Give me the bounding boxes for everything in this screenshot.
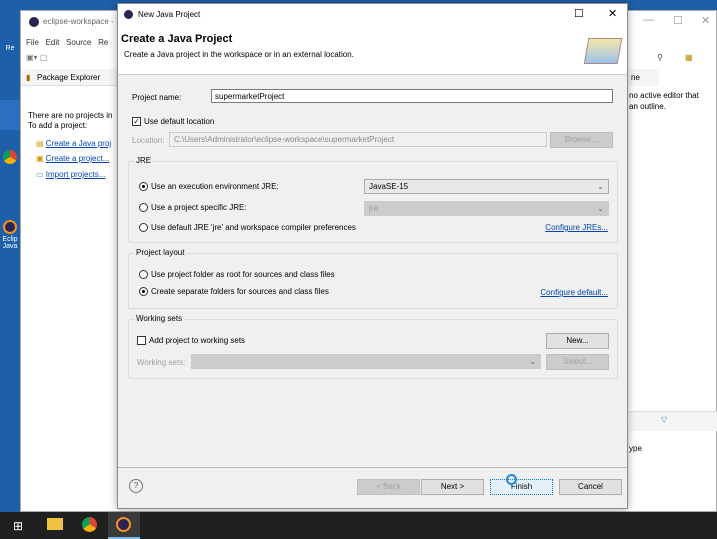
- radio-label: Use default JRE 'jre' and workspace comp…: [151, 223, 356, 232]
- back-button[interactable]: < Back: [357, 479, 420, 495]
- execution-env-select[interactable]: JavaSE-15 ⌄: [364, 179, 609, 194]
- eclipse-icon: [29, 17, 39, 27]
- maximize-button[interactable]: ☐: [673, 14, 683, 27]
- next-button[interactable]: Next >: [421, 479, 484, 495]
- jre-group: JRE Use an execution environment JRE: Ja…: [128, 156, 618, 243]
- new-working-set-button[interactable]: New...: [546, 333, 609, 349]
- add-to-working-sets-checkbox[interactable]: [137, 336, 146, 346]
- outline-text: an outline.: [629, 102, 666, 111]
- help-icon[interactable]: ?: [129, 479, 143, 493]
- select-working-sets-button[interactable]: Select...: [546, 354, 609, 370]
- project-name-label: Project name:: [132, 93, 182, 102]
- import-icon: ▭: [36, 170, 44, 179]
- file-explorer-icon[interactable]: [47, 518, 63, 530]
- radio-label: Use an execution environment JRE:: [151, 182, 279, 191]
- empty-text: There are no projects in: [28, 111, 113, 120]
- project-specific-jre-select[interactable]: jre ⌄: [364, 201, 609, 216]
- working-sets-select[interactable]: ⌄: [191, 354, 541, 369]
- outline-text: no active editor that: [629, 91, 699, 100]
- project-layout-group: Project layout Use project folder as roo…: [128, 248, 618, 309]
- menu-refactor[interactable]: Re: [98, 38, 108, 47]
- java-project-icon: ▤: [36, 139, 44, 148]
- new-java-project-dialog: New Java Project ☐ ✕ Create a Java Proje…: [117, 3, 628, 509]
- desktop-icon[interactable]: [0, 100, 20, 130]
- add-to-working-sets-label: Add project to working sets: [149, 336, 246, 345]
- empty-text: To add a project:: [28, 121, 88, 130]
- menu-file[interactable]: File: [26, 38, 39, 47]
- radio-label: Use a project specific JRE:: [151, 203, 247, 212]
- tab-package-explorer[interactable]: ▮ Package Explorer: [21, 69, 121, 86]
- working-sets-label: Working sets:: [137, 358, 186, 367]
- menu-source[interactable]: Source: [66, 38, 91, 47]
- mouse-cursor-indicator: [506, 474, 517, 485]
- configure-default-link[interactable]: Configure default...: [540, 288, 608, 297]
- configure-jres-link[interactable]: Configure JREs...: [545, 223, 608, 232]
- tab-label: ne: [631, 73, 640, 82]
- button-bar-separator: [118, 467, 627, 468]
- working-sets-group-label: Working sets: [134, 314, 185, 323]
- close-button[interactable]: ✕: [608, 7, 617, 20]
- execution-env-radio[interactable]: [139, 182, 148, 192]
- browse-button[interactable]: Browse...: [550, 132, 613, 148]
- project-name-input[interactable]: [211, 89, 613, 103]
- dialog-heading: Create a Java Project: [121, 33, 233, 45]
- column-header: ype: [629, 444, 642, 453]
- close-button[interactable]: ✕: [701, 14, 710, 27]
- import-projects-link[interactable]: Import projects...: [46, 170, 106, 179]
- save-icon[interactable]: ▢: [40, 53, 48, 62]
- dialog-header: Create a Java Project Create a Java proj…: [118, 26, 627, 75]
- project-layout-group-label: Project layout: [134, 248, 187, 257]
- filter-icon[interactable]: ▽: [661, 415, 667, 424]
- desktop-icon-recycle-bin[interactable]: Re: [0, 45, 20, 52]
- tab-label: Package Explorer: [37, 73, 101, 82]
- open-perspective-icon[interactable]: ▦: [685, 53, 693, 62]
- folder-wizard-icon: [583, 38, 623, 64]
- chrome-icon[interactable]: [82, 517, 97, 532]
- desktop-icon-chrome[interactable]: [0, 150, 20, 180]
- bottom-pane-toolbar: ▽: [629, 411, 717, 431]
- working-sets-group: Working sets Add project to working sets…: [128, 314, 618, 379]
- toolbar: ▣▾ ▢: [26, 53, 47, 62]
- radio-label: Create separate folders for sources and …: [151, 287, 329, 296]
- search-icon[interactable]: ⚲: [657, 53, 663, 62]
- tab-outline[interactable]: ne: [629, 69, 659, 86]
- use-default-location-checkbox[interactable]: ✓: [132, 117, 141, 127]
- taskbar: ⊞: [0, 512, 717, 539]
- chevron-down-icon: ⌄: [597, 204, 604, 213]
- separate-folders-radio[interactable]: [139, 287, 148, 297]
- desktop-icon-eclipse[interactable]: Eclip Java: [0, 220, 20, 270]
- project-folder-root-radio[interactable]: [139, 270, 148, 280]
- project-specific-jre-radio[interactable]: [139, 203, 148, 213]
- chevron-down-icon: ⌄: [529, 357, 536, 366]
- dialog-titlebar: New Java Project ☐ ✕: [118, 4, 627, 26]
- create-project-link[interactable]: Create a project...: [46, 154, 110, 163]
- window-title: eclipse-workspace -: [43, 17, 114, 26]
- select-value: JavaSE-15: [369, 182, 409, 191]
- jre-group-label: JRE: [134, 156, 154, 165]
- new-icon[interactable]: ▣▾: [26, 53, 38, 62]
- cancel-button[interactable]: Cancel: [559, 479, 622, 495]
- radio-label: Use project folder as root for sources a…: [151, 270, 335, 279]
- chevron-down-icon: ⌄: [597, 182, 604, 191]
- eclipse-icon: [124, 10, 133, 19]
- windows-start-icon[interactable]: ⊞: [13, 519, 23, 533]
- location-input[interactable]: C:\Users\Administrator\eclipse-workspace…: [169, 132, 547, 147]
- project-icon: ▣: [36, 154, 44, 163]
- use-default-location-label: Use default location: [144, 117, 215, 126]
- create-java-project-link[interactable]: Create a Java proj: [46, 139, 111, 148]
- dialog-subheading: Create a Java project in the workspace o…: [124, 50, 354, 59]
- minimize-button[interactable]: —: [643, 14, 654, 26]
- select-value: jre: [369, 204, 378, 213]
- maximize-button[interactable]: ☐: [574, 7, 584, 20]
- eclipse-taskbar-button[interactable]: [108, 512, 140, 539]
- menu-edit[interactable]: Edit: [46, 38, 60, 47]
- location-label: Location:: [132, 136, 165, 145]
- default-jre-radio[interactable]: [139, 223, 148, 233]
- finish-button[interactable]: Finish: [490, 479, 553, 495]
- dialog-title: New Java Project: [138, 10, 201, 19]
